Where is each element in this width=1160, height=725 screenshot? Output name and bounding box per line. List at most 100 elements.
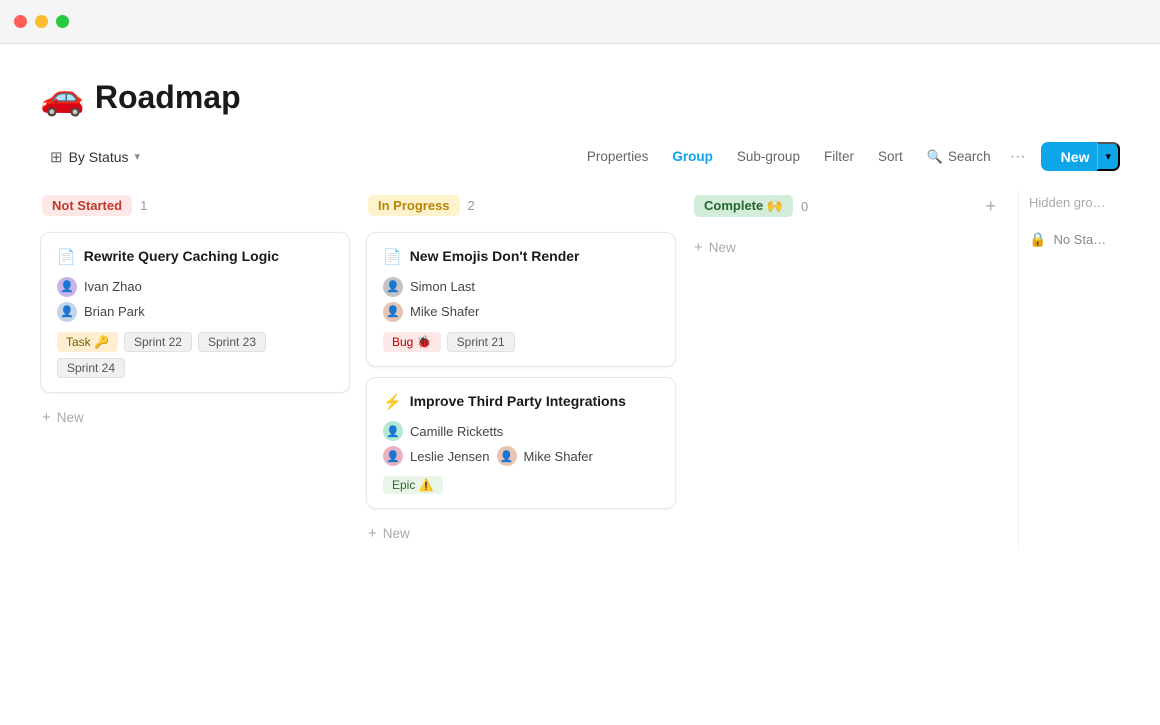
status-badge-not-started: Not Started [42, 195, 132, 216]
tag-epic: Epic ⚠️ [383, 476, 443, 494]
card-tags-2: Bug 🐞 Sprint 21 [383, 332, 659, 352]
sort-label: Sort [878, 149, 903, 164]
column-not-started: Not Started 1 📄 Rewrite Query Caching Lo… [40, 191, 350, 548]
titlebar [0, 0, 1160, 44]
avatar-ivan: 👤 [57, 277, 77, 297]
avatar-brian: 👤 [57, 302, 77, 322]
page-icon: 🚗 [40, 76, 85, 118]
member-name-mike2: Mike Shafer [524, 449, 593, 464]
tag-sprint-22: Sprint 22 [124, 332, 192, 352]
member-row-leslie-mike: 👤 Leslie Jensen 👤 Mike Shafer [383, 446, 659, 466]
new-button-group: New ▾ [1041, 142, 1120, 171]
member-row-brian: 👤 Brian Park [57, 302, 333, 322]
hidden-group-label: Hidden gro… [1029, 195, 1106, 210]
lock-icon: 🔒 [1029, 231, 1046, 248]
column-header-complete: Complete 🙌 0 + [692, 191, 1002, 221]
card-integrations: ⚡ Improve Third Party Integrations 👤 Cam… [366, 377, 676, 510]
card-tags: Task 🔑 Sprint 22 Sprint 23 Sprint 24 [57, 332, 333, 378]
tag-sprint-23: Sprint 23 [198, 332, 266, 352]
bolt-icon: ⚡ [383, 393, 402, 411]
caret-icon: ▾ [1105, 151, 1111, 163]
add-icon: + [42, 409, 51, 426]
subgroup-button[interactable]: Sub-group [727, 144, 810, 169]
grid-icon: ⊞ [50, 148, 63, 166]
add-new-label-3: New [709, 240, 736, 255]
search-button[interactable]: 🔍 Search [917, 144, 1001, 170]
filter-button[interactable]: Filter [814, 144, 864, 169]
search-label: Search [948, 149, 991, 164]
member-name-mike1: Mike Shafer [410, 304, 479, 319]
status-badge-in-progress: In Progress [368, 195, 460, 216]
group-button[interactable]: Group [662, 144, 723, 169]
avatar-mike1: 👤 [383, 302, 403, 322]
add-new-label-2: New [383, 526, 410, 541]
toolbar-left: ⊞ By Status ▾ [40, 143, 577, 171]
card-title-row: 📄 Rewrite Query Caching Logic [57, 247, 333, 267]
column-count-in-progress: 2 [468, 198, 475, 213]
column-complete: Complete 🙌 0 + + New [692, 191, 1002, 548]
view-label: By Status [69, 149, 129, 165]
add-new-complete[interactable]: + New [692, 233, 1002, 262]
board: Not Started 1 📄 Rewrite Query Caching Lo… [40, 191, 1120, 548]
main-content: 🚗 Roadmap ⊞ By Status ▾ Properties Group… [0, 44, 1160, 548]
add-icon-3: + [694, 239, 703, 256]
avatar-simon: 👤 [383, 277, 403, 297]
search-icon: 🔍 [927, 149, 943, 165]
new-primary-button[interactable]: New [1047, 142, 1098, 171]
toolbar-right: Properties Group Sub-group Filter Sort 🔍… [577, 142, 1120, 171]
doc-icon: 📄 [57, 248, 76, 266]
add-new-label: New [57, 410, 84, 425]
properties-button[interactable]: Properties [577, 144, 659, 169]
dots-icon: ··· [1010, 148, 1026, 165]
card-members: 👤 Ivan Zhao 👤 Brian Park [57, 277, 333, 322]
hidden-group-header: Hidden gro… [1027, 191, 1120, 214]
card-title-3: Improve Third Party Integrations [410, 392, 626, 412]
add-icon-2: + [368, 525, 377, 542]
member-row-simon: 👤 Simon Last [383, 277, 659, 297]
member-name-ivan: Ivan Zhao [84, 279, 142, 294]
card-title-2: New Emojis Don't Render [410, 247, 580, 267]
member-name-simon: Simon Last [410, 279, 475, 294]
toolbar: ⊞ By Status ▾ Properties Group Sub-group… [40, 142, 1120, 171]
group-label: Group [672, 149, 713, 164]
member-row-mike1: 👤 Mike Shafer [383, 302, 659, 322]
member-name-brian: Brian Park [84, 304, 145, 319]
column-count-not-started: 1 [140, 198, 147, 213]
column-header-not-started: Not Started 1 [40, 191, 350, 220]
tag-bug: Bug 🐞 [383, 332, 441, 352]
hidden-group-column: Hidden gro… 🔒 No Sta… [1018, 191, 1120, 548]
page-header: 🚗 Roadmap [40, 76, 1120, 118]
card-emojis: 📄 New Emojis Don't Render 👤 Simon Last 👤… [366, 232, 676, 367]
card-members-2: 👤 Simon Last 👤 Mike Shafer [383, 277, 659, 322]
card-title: Rewrite Query Caching Logic [84, 247, 279, 267]
column-header-in-progress: In Progress 2 [366, 191, 676, 220]
chevron-down-icon: ▾ [135, 150, 141, 163]
column-add-complete-button[interactable]: + [981, 197, 1000, 215]
avatar-camille: 👤 [383, 421, 403, 441]
maximize-button[interactable] [56, 15, 69, 28]
subgroup-label: Sub-group [737, 149, 800, 164]
avatar-leslie: 👤 [383, 446, 403, 466]
column-in-progress: In Progress 2 📄 New Emojis Don't Render … [366, 191, 676, 548]
member-name-leslie: Leslie Jensen [410, 449, 490, 464]
add-new-not-started[interactable]: + New [40, 403, 350, 432]
card-title-row-3: ⚡ Improve Third Party Integrations [383, 392, 659, 412]
tag-sprint-21: Sprint 21 [447, 332, 515, 352]
filter-label: Filter [824, 149, 854, 164]
new-button-label: New [1061, 149, 1090, 165]
member-name-camille: Camille Ricketts [410, 424, 503, 439]
sort-button[interactable]: Sort [868, 144, 913, 169]
properties-label: Properties [587, 149, 649, 164]
tag-task: Task 🔑 [57, 332, 118, 352]
card-members-3: 👤 Camille Ricketts 👤 Leslie Jensen 👤 Mik… [383, 421, 659, 466]
close-button[interactable] [14, 15, 27, 28]
column-count-complete: 0 [801, 199, 808, 214]
more-options-button[interactable]: ··· [1005, 146, 1031, 168]
add-new-in-progress[interactable]: + New [366, 519, 676, 548]
minimize-button[interactable] [35, 15, 48, 28]
new-dropdown-button[interactable]: ▾ [1097, 142, 1120, 171]
tag-sprint-24: Sprint 24 [57, 358, 125, 378]
card-tags-3: Epic ⚠️ [383, 476, 659, 494]
view-selector-button[interactable]: ⊞ By Status ▾ [40, 143, 150, 171]
member-row-ivan: 👤 Ivan Zhao [57, 277, 333, 297]
